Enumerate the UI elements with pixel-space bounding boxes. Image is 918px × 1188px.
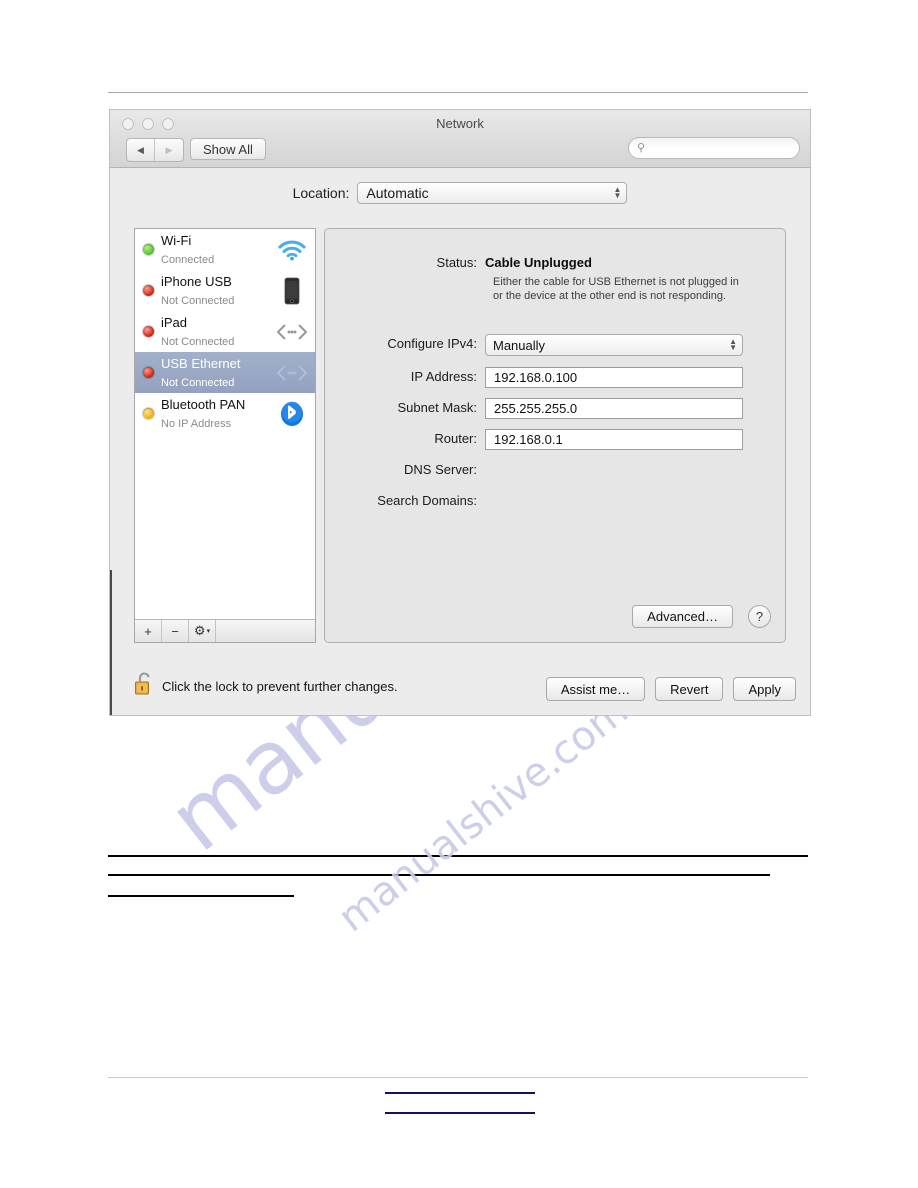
ip-address-field[interactable] [485,367,743,388]
dns-server-row: DNS Server: [325,460,485,480]
ip-address-label: IP Address: [410,369,477,384]
status-label: Status: [436,255,477,270]
location-selected-value: Automatic [366,185,429,201]
forward-arrow-icon[interactable]: ▶ [155,139,183,161]
service-row-usb-ethernet[interactable]: USB Ethernet Not Connected [135,352,315,393]
router-row: Router: [325,429,785,450]
service-detail-panel: Status: Cable Unplugged Either the cable… [324,228,786,643]
service-row-iphone-usb[interactable]: iPhone USB Not Connected [135,270,315,311]
unlocked-padlock-icon[interactable] [134,672,154,701]
router-label: Router: [434,431,477,446]
status-value: Cable Unplugged [485,255,592,270]
configure-ipv4-select[interactable]: Manually ▲ ▼ [485,334,743,356]
network-preferences-window: Network ◀ ▶ Show All ⚲ Location: Automat… [110,110,810,715]
service-list: Wi‑Fi Connected iPhone USB Not Connected… [135,229,315,619]
service-row-wifi[interactable]: Wi‑Fi Connected [135,229,315,270]
status-dot [143,326,154,337]
add-service-button[interactable]: + [135,620,162,642]
location-stepper-icon: ▲ ▼ [613,185,622,200]
location-row: Location: Automatic ▲ ▼ [110,168,810,218]
gear-icon[interactable]: ⚙ ▾ [189,620,216,642]
subnet-mask-row: Subnet Mask: [325,398,785,419]
service-status: Connected [161,253,215,266]
page-header-rule [108,92,808,93]
service-status: No IP Address [161,417,232,430]
service-status: Not Connected [161,335,235,348]
service-name: Bluetooth PAN [161,396,246,412]
search-icon: ⚲ [637,141,646,154]
subnet-mask-field[interactable] [485,398,743,419]
status-row: Status: Cable Unplugged [325,253,785,273]
ethernet-icon [275,358,309,388]
service-text: Wi‑Fi Connected [161,232,275,268]
configure-ipv4-stepper-icon: ▲ ▼ [729,337,737,352]
lock-row: Click the lock to prevent further change… [134,672,398,701]
gear-glyph: ⚙ [193,623,206,638]
apply-button[interactable]: Apply [733,677,796,701]
status-dot [143,408,154,419]
watermark-secondary: manualshive.com [330,687,637,942]
location-label: Location: [292,185,350,201]
service-status: Not Connected [161,376,235,389]
window-titlebar: Network ◀ ▶ Show All ⚲ [110,110,810,168]
advanced-button[interactable]: Advanced… [632,605,733,628]
subnet-mask-input[interactable] [492,399,742,418]
gear-caret-icon: ▾ [206,628,211,635]
service-list-sidebar: Wi‑Fi Connected iPhone USB Not Connected… [134,228,316,643]
service-name: iPad [161,314,188,330]
page-footer-rule [108,1077,808,1078]
status-dot [143,367,154,378]
sidebar-footer-toolbar: + − ⚙ ▾ [135,619,315,642]
configure-ipv4-row: Configure IPv4: Manually ▲ ▼ [325,334,785,356]
lock-message: Click the lock to prevent further change… [162,679,398,694]
sidebar-footer-spacer [216,620,315,642]
page-divider-rule-3 [108,895,294,897]
service-text: USB Ethernet Not Connected [161,355,275,391]
status-dot [143,285,154,296]
iphone-icon [275,276,309,306]
page-divider-rule-1 [108,855,808,857]
ip-address-row: IP Address: [325,367,785,388]
footer-link-underline-1[interactable] [385,1092,535,1094]
page-divider-rule-2 [108,874,770,876]
service-status: Not Connected [161,294,235,307]
window-title: Network [436,116,484,131]
remove-service-button[interactable]: − [162,620,189,642]
ip-address-input[interactable] [492,368,742,387]
location-select[interactable]: Automatic ▲ ▼ [357,182,628,204]
wifi-icon [275,235,309,265]
action-button-group: Assist me… Revert Apply [545,677,796,701]
router-input[interactable] [492,430,742,449]
window-left-edge-shadow [110,570,112,715]
router-field[interactable] [485,429,743,450]
configure-ipv4-label: Configure IPv4: [387,336,477,351]
assist-me-button[interactable]: Assist me… [545,677,646,701]
ethernet-icon [275,317,309,347]
search-domains-label: Search Domains: [377,493,477,508]
service-name: USB Ethernet [161,355,241,371]
service-name: Wi‑Fi [161,232,192,248]
status-dot [143,244,154,255]
revert-button[interactable]: Revert [655,677,724,701]
show-all-button[interactable]: Show All [190,138,266,160]
help-icon[interactable]: ? [748,605,771,628]
service-row-ipad[interactable]: iPad Not Connected [135,311,315,352]
service-text: Bluetooth PAN No IP Address [161,396,275,432]
search-field[interactable]: ⚲ [628,137,809,159]
subnet-mask-label: Subnet Mask: [397,400,478,415]
footer-link-underline-2[interactable] [385,1112,535,1114]
status-description: Either the cable for USB Ethernet is not… [493,276,739,302]
search-domains-row: Search Domains: [325,491,485,511]
configure-ipv4-value: Manually [493,337,546,353]
navigation-button-group: ◀ ▶ [126,138,184,162]
back-arrow-icon[interactable]: ◀ [127,139,155,161]
service-row-bluetooth-pan[interactable]: Bluetooth PAN No IP Address [135,393,315,434]
service-text: iPhone USB Not Connected [161,273,275,309]
service-text: iPad Not Connected [161,314,275,350]
bluetooth-icon [275,399,309,429]
dns-server-label: DNS Server: [404,462,477,477]
service-name: iPhone USB [161,273,232,289]
search-input[interactable] [649,138,809,158]
